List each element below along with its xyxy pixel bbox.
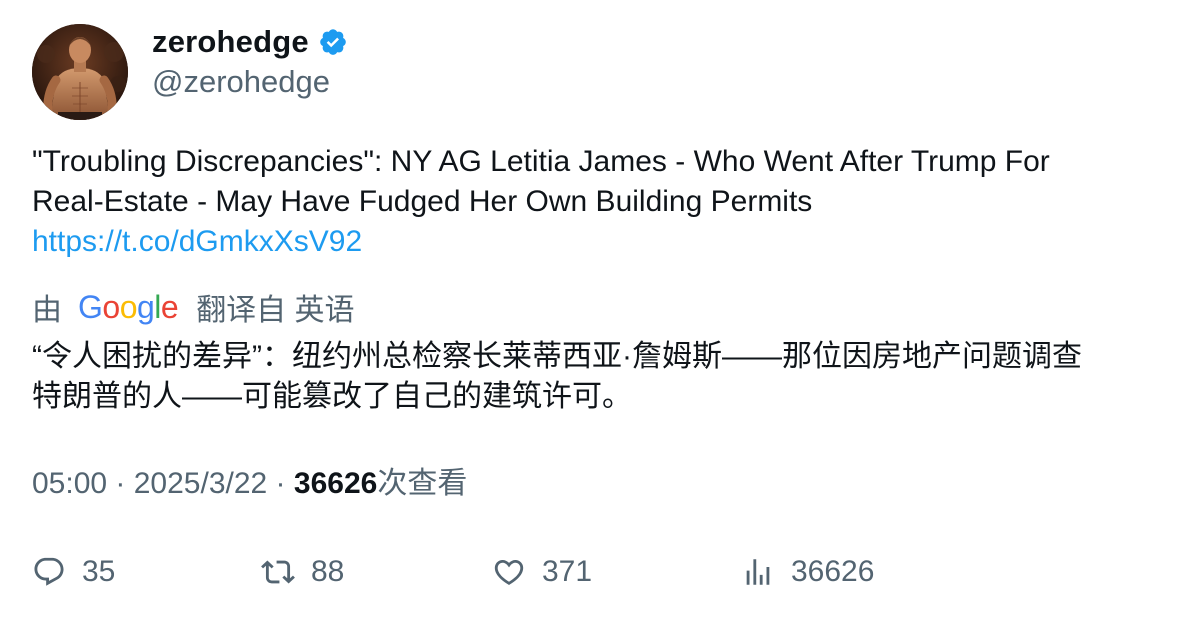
views-button[interactable]: 36626 (741, 552, 874, 592)
google-logo: G o o g l e (78, 288, 179, 326)
meta-separator: · (107, 467, 134, 500)
tweet-text: "Troubling Discrepancies": NY AG Letitia… (32, 142, 1162, 262)
reply-icon (34, 557, 64, 586)
views-action-count: 36626 (791, 555, 875, 588)
translated-text: “令人困扰的差异”：纽约州总检察长莱蒂西亚·詹姆斯——那位因房地产问题调查 特朗… (32, 337, 1172, 417)
verified-badge-icon[interactable] (318, 27, 348, 57)
author-name-row: zerohedge (152, 22, 348, 62)
tweet-date[interactable]: 2025/3/22 (134, 467, 267, 500)
action-bar: 35 88 371 36626 (0, 552, 1196, 592)
google-logo-letter: o (102, 288, 120, 325)
translation-attribution: 由 G o o g l e 翻译自 英语 (32, 285, 355, 329)
heart-icon (494, 559, 524, 585)
tweet-meta: 05:00 · 2025/3/22 · 36626次查看 (32, 464, 467, 504)
retweet-icon (261, 560, 295, 584)
like-button[interactable]: 371 (492, 552, 592, 592)
tweet-text-line: Real-Estate - May Have Fudged Her Own Bu… (32, 185, 813, 218)
google-logo-letter: g (136, 288, 155, 325)
avatar-image (32, 24, 128, 120)
retweet-count: 88 (311, 555, 345, 588)
analytics-icon (746, 559, 770, 585)
translated-text-line: 特朗普的人——可能篡改了自己的建筑许可。 (32, 380, 632, 413)
user-handle[interactable]: @zerohedge (152, 62, 330, 102)
tweet-text-line: "Troubling Discrepancies": NY AG Letitia… (32, 145, 1050, 178)
tweet-time[interactable]: 05:00 (32, 467, 107, 500)
translated-from-label[interactable]: 翻译自 英语 (196, 285, 354, 329)
google-logo-letter: o (119, 288, 138, 325)
reply-button[interactable]: 35 (32, 552, 115, 592)
tweet-link[interactable]: https://t.co/dGmkxXsV92 (32, 222, 1162, 262)
views-label: 次查看 (377, 467, 468, 500)
avatar[interactable] (32, 24, 128, 120)
like-count: 371 (542, 555, 593, 588)
retweet-button[interactable]: 88 (261, 552, 344, 592)
meta-separator: · (267, 467, 294, 500)
views-count: 36626 (293, 467, 378, 500)
google-logo-letter: l (154, 288, 161, 325)
google-logo-letter: e (160, 288, 179, 325)
translated-by-label: 由 (32, 294, 62, 327)
google-logo-letter: G (78, 288, 103, 325)
display-name[interactable]: zerohedge (152, 24, 309, 60)
reply-count: 35 (82, 555, 116, 588)
translated-text-line: “令人困扰的差异”：纽约州总检察长莱蒂西亚·詹姆斯——那位因房地产问题调查 (32, 340, 1082, 373)
